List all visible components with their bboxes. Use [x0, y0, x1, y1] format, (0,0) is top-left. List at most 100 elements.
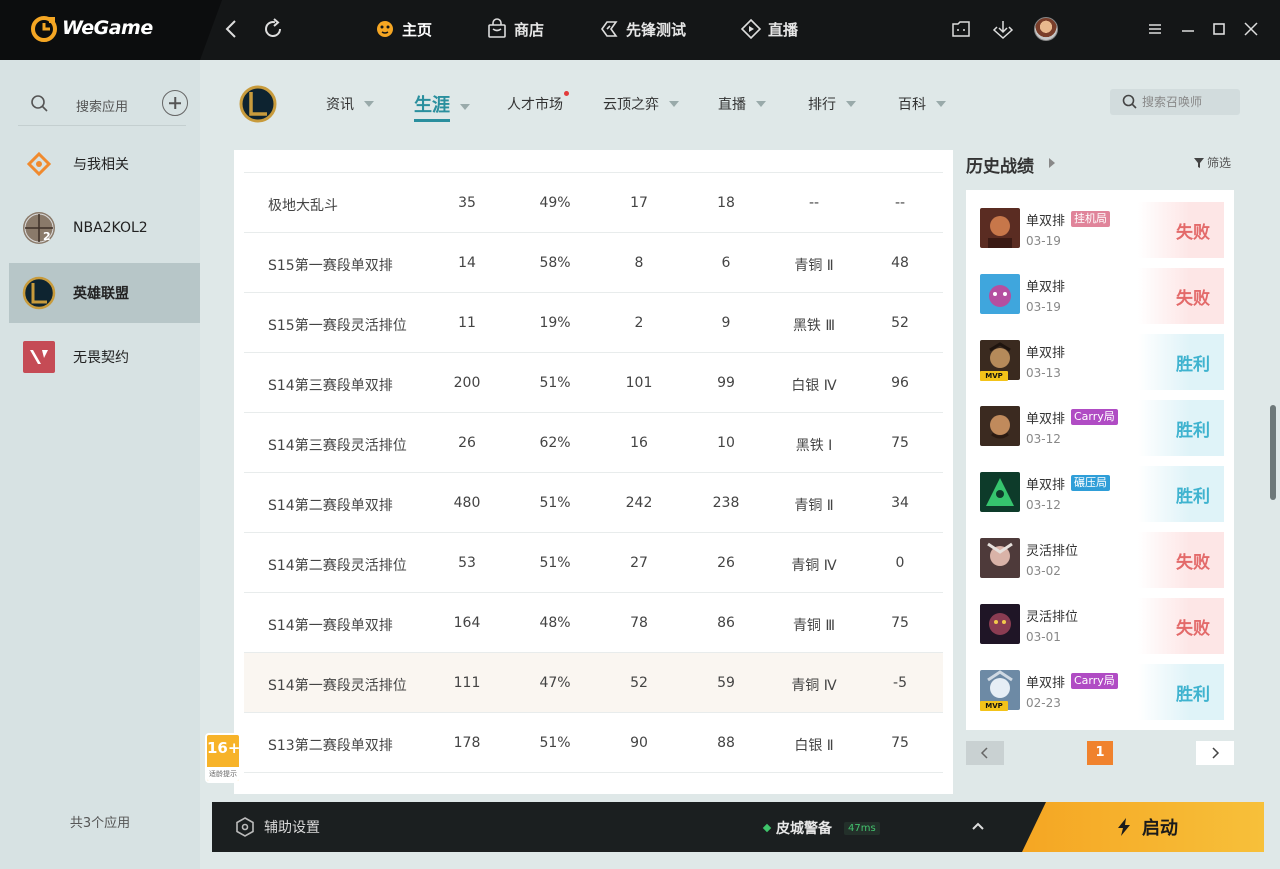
match-result: 失败	[1138, 532, 1224, 588]
server-selector[interactable]: 皮城警备 47ms	[762, 818, 880, 838]
wins-count: 16	[630, 435, 648, 451]
related-to-me-icon	[21, 146, 57, 182]
nav-store[interactable]: 商店	[486, 18, 544, 40]
match-item[interactable]: 单双排 挂机局 03-19 失败	[966, 194, 1234, 260]
add-app-button[interactable]	[162, 90, 188, 116]
caret-right-icon[interactable]	[1049, 158, 1055, 168]
losses-count: 88	[717, 735, 735, 751]
match-tag: Carry局	[1071, 409, 1118, 425]
page-scrollbar[interactable]	[1270, 405, 1276, 500]
games-count: 11	[458, 315, 476, 331]
assist-settings-button[interactable]: 辅助设置	[234, 816, 320, 838]
sidebar-item-nba2kol2[interactable]: 2 NBA2KOL2	[9, 198, 200, 258]
nav-pioneer-test[interactable]: 先锋测试	[598, 18, 686, 40]
hexagon-settings-icon	[236, 817, 254, 837]
table-row[interactable]: S15第一赛段单双排 14 58% 8 6 青铜 Ⅱ 48	[244, 232, 943, 292]
tab-news[interactable]: 资讯	[326, 94, 374, 114]
live-stream-icon	[740, 18, 762, 40]
summoner-search-input[interactable]	[1142, 93, 1236, 111]
table-row[interactable]: S14第三赛段灵活排位 26 62% 16 10 黑铁 Ⅰ 75	[244, 412, 943, 472]
sidebar-item-related[interactable]: 与我相关	[9, 134, 200, 194]
launch-button[interactable]: 启动	[1022, 802, 1264, 852]
prev-page-button[interactable]	[966, 741, 1004, 765]
tab-tft[interactable]: 云顶之弈	[603, 94, 679, 114]
win-rate: 51%	[539, 555, 571, 571]
match-result: 失败	[1138, 598, 1224, 654]
search-apps[interactable]: 搜索应用	[18, 90, 188, 126]
table-row[interactable]: S14第三赛段单双排 200 51% 101 99 白银 Ⅳ 96	[244, 352, 943, 412]
messages-button[interactable]	[950, 18, 972, 40]
league-points: 75	[891, 735, 909, 751]
match-item[interactable]: 灵活排位 03-02 失败	[966, 524, 1234, 590]
age-rating: 16+	[207, 739, 241, 757]
table-row[interactable]: S14第二赛段单双排 480 51% 242 238 青铜 Ⅱ 34	[244, 472, 943, 532]
league-points: 48	[891, 255, 909, 271]
table-row[interactable]: 极地大乱斗 35 49% 17 18 -- --	[244, 172, 943, 232]
lol-sub-nav: 资讯 生涯 人才市场 云顶之弈 直播 排行 百科	[200, 60, 1280, 150]
tab-wiki[interactable]: 百科	[898, 94, 946, 114]
match-result: 胜利	[1138, 400, 1224, 456]
notification-dot	[564, 91, 569, 96]
minimize-button[interactable]	[1177, 18, 1199, 40]
chevron-up-icon[interactable]	[970, 818, 986, 834]
match-item[interactable]: MVP 单双排 Carry局 02-23 胜利	[966, 656, 1234, 722]
refresh-button[interactable]	[261, 17, 285, 41]
league-points: 34	[891, 495, 909, 511]
season-name: S14第二赛段灵活排位	[268, 558, 407, 574]
wins-count: 52	[630, 675, 648, 691]
match-result: 失败	[1138, 202, 1224, 258]
current-page[interactable]: 1	[1087, 741, 1113, 765]
chevron-down-icon	[364, 101, 374, 107]
tab-career[interactable]: 生涯	[414, 91, 470, 122]
summoner-search[interactable]	[1110, 89, 1240, 115]
match-item[interactable]: 单双排 03-19 失败	[966, 260, 1234, 326]
season-name: S14第二赛段单双排	[268, 498, 393, 514]
next-page-button[interactable]	[1196, 741, 1234, 765]
match-item[interactable]: 单双排 碾压局 03-12 胜利	[966, 458, 1234, 524]
chevron-left-icon	[225, 20, 236, 38]
menu-button[interactable]	[1144, 18, 1166, 40]
match-history-title[interactable]: 历史战绩	[966, 152, 1034, 177]
back-button[interactable]	[220, 17, 244, 41]
sidebar-item-label: 与我相关	[73, 157, 129, 173]
match-item[interactable]: 单双排 Carry局 03-12 胜利	[966, 392, 1234, 458]
maximize-button[interactable]	[1208, 18, 1230, 40]
downloads-button[interactable]	[992, 18, 1014, 40]
losses-count: 59	[717, 675, 735, 691]
table-row[interactable]: S14第一赛段单双排 164 48% 78 86 青铜 Ⅲ 75	[244, 592, 943, 652]
nav-live[interactable]: 直播	[740, 18, 798, 40]
champion-portrait	[980, 208, 1020, 248]
table-row[interactable]: S15第一赛段灵活排位 11 19% 2 9 黑铁 Ⅲ 52	[244, 292, 943, 352]
chevron-right-icon	[1212, 747, 1220, 759]
match-item[interactable]: MVP 单双排 03-13 胜利	[966, 326, 1234, 392]
table-row[interactable]: S13第二赛段单双排 178 51% 90 88 白银 Ⅱ 75	[244, 712, 943, 772]
tab-ranking[interactable]: 排行	[808, 94, 856, 114]
league-points: 75	[891, 435, 909, 451]
age-rating-badge: 16+ 适龄提示	[205, 733, 241, 783]
table-row[interactable]: S14第二赛段灵活排位 53 51% 27 26 青铜 Ⅳ 0	[244, 532, 943, 592]
tab-live[interactable]: 直播	[718, 94, 766, 114]
filter-button[interactable]: 筛选	[1194, 154, 1231, 171]
table-row-hovered[interactable]: S14第一赛段灵活排位 111 47% 52 59 青铜 Ⅳ -5	[244, 652, 943, 712]
tab-talent-market[interactable]: 人才市场	[507, 91, 569, 114]
tab-career-label: 生涯	[414, 91, 450, 122]
sidebar-item-lol[interactable]: 英雄联盟	[9, 263, 200, 323]
losses-count: 18	[717, 195, 735, 211]
close-button[interactable]	[1240, 18, 1262, 40]
user-avatar[interactable]	[1034, 17, 1058, 41]
champion-portrait	[980, 406, 1020, 446]
filter-funnel-icon	[1194, 157, 1204, 168]
match-date: 03-19	[1026, 234, 1061, 248]
lightning-icon	[1118, 818, 1130, 836]
match-item[interactable]: 灵活排位 03-01 失败	[966, 590, 1234, 656]
rank-tier: 白银 Ⅱ	[794, 738, 834, 754]
league-of-legends-icon	[21, 275, 57, 311]
match-date: 02-23	[1026, 696, 1061, 710]
wins-count: 90	[630, 735, 648, 751]
pioneer-test-icon	[601, 21, 618, 37]
match-date: 03-12	[1026, 432, 1061, 446]
season-name: S14第三赛段灵活排位	[268, 438, 407, 454]
games-count: 14	[458, 255, 476, 271]
sidebar-item-valorant[interactable]: 无畏契约	[9, 327, 200, 387]
nav-home[interactable]: 主页	[374, 18, 432, 40]
